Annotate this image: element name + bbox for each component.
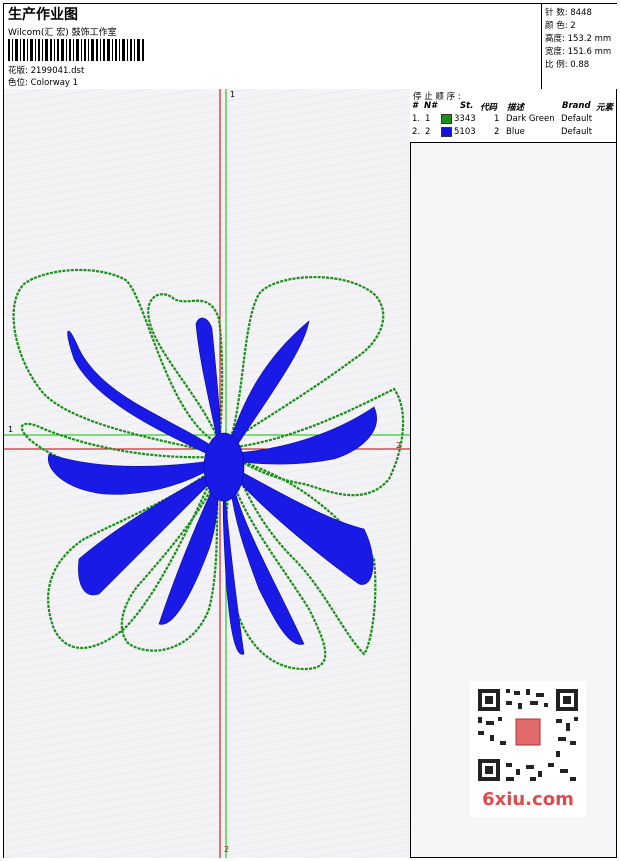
colorway-label: 色位: Colorway 1 bbox=[8, 78, 79, 88]
color-count: 颜 色: 2 bbox=[545, 21, 576, 31]
color-swatch-blue bbox=[441, 127, 452, 137]
col-header-number: N# bbox=[424, 101, 438, 111]
sheet-header: 生产作业图 Wilcom(汇 宏) 鼓饰工作室 花版: 2199041.dst … bbox=[4, 4, 617, 90]
row-brand: Default bbox=[561, 114, 593, 124]
design-canvas: 1 1 2 2 bbox=[4, 89, 411, 858]
stitch-count: 针 数: 8448 bbox=[545, 8, 592, 18]
axis-label-top: 1 bbox=[230, 90, 236, 99]
qr-code-icon bbox=[474, 685, 582, 785]
stamp-seal-icon bbox=[515, 718, 541, 746]
col-header-description: 描述 bbox=[507, 103, 525, 113]
flower-center bbox=[203, 432, 245, 502]
row-description: Dark Green bbox=[506, 114, 555, 124]
barcode bbox=[8, 39, 144, 61]
sheet-title: 生产作业图 bbox=[8, 7, 78, 23]
design-width: 宽度: 151.6 mm bbox=[545, 47, 612, 57]
watermark-site-text: 6xiu.com bbox=[482, 789, 574, 810]
company-name: Wilcom(汇 宏) 鼓饰工作室 bbox=[8, 28, 117, 38]
row-code: 2 bbox=[494, 127, 500, 137]
row-number: 2 bbox=[425, 127, 431, 137]
row-code: 1 bbox=[494, 114, 500, 124]
color-swatch-green bbox=[441, 114, 452, 124]
design-scale: 比 例: 0.88 bbox=[545, 60, 590, 70]
design-file-label: 花版: 2199041.dst bbox=[8, 66, 85, 76]
col-header-index: # bbox=[412, 101, 418, 111]
qr-watermark: 6xiu.com bbox=[470, 681, 586, 817]
row-index: 1. bbox=[412, 114, 421, 124]
axis-label-bottom: 2 bbox=[224, 845, 230, 854]
stop-sequence-panel: 停 止 顺 序 : # N# St. 代码 描述 Brand 元素 1. 1 3… bbox=[410, 89, 616, 143]
axis-label-right: 2 bbox=[396, 441, 402, 450]
axis-label-left: 1 bbox=[8, 425, 14, 434]
col-header-code: 代码 bbox=[480, 103, 498, 113]
embroidery-preview bbox=[4, 89, 410, 858]
row-number: 1 bbox=[425, 114, 431, 124]
production-sheet: 生产作业图 Wilcom(汇 宏) 鼓饰工作室 花版: 2199041.dst … bbox=[3, 3, 617, 858]
row-stitches: 5103 bbox=[454, 127, 476, 137]
stats-panel: 针 数: 8448 颜 色: 2 高度: 153.2 mm 宽度: 151.6 … bbox=[541, 4, 617, 89]
col-header-stitches: St. bbox=[460, 101, 474, 111]
blue-fill-petals bbox=[47, 317, 377, 655]
row-index: 2. bbox=[412, 127, 421, 137]
col-header-element: 元素 bbox=[596, 103, 614, 113]
col-header-brand: Brand bbox=[562, 101, 591, 111]
row-description: Blue bbox=[506, 127, 525, 137]
row-brand: Default bbox=[561, 127, 593, 137]
design-height: 高度: 153.2 mm bbox=[545, 34, 612, 44]
row-stitches: 3343 bbox=[454, 114, 476, 124]
